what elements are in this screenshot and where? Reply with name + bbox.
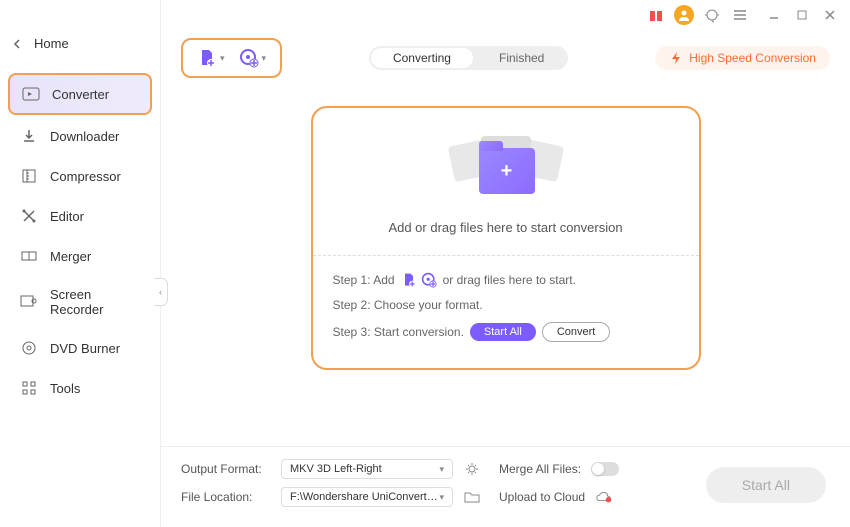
nav-label: Converter xyxy=(52,87,109,102)
sidebar-item-editor[interactable]: Editor xyxy=(8,197,152,235)
close-icon[interactable] xyxy=(820,5,840,25)
dropzone-steps: Step 1: Add or drag files here to start.… xyxy=(313,256,699,368)
cloud-icon[interactable] xyxy=(595,488,613,506)
compressor-icon xyxy=(20,167,38,185)
sidebar-item-tools[interactable]: Tools xyxy=(8,369,152,407)
chevron-down-icon: ▾ xyxy=(220,53,225,64)
nav-label: Tools xyxy=(50,381,80,396)
sidebar-item-dvd-burner[interactable]: DVD Burner xyxy=(8,329,152,367)
avatar-icon[interactable] xyxy=(674,5,694,25)
folder-icon: + xyxy=(479,148,535,194)
chevron-left-icon xyxy=(12,38,22,50)
nav-label: Compressor xyxy=(50,169,121,184)
upload-label: Upload to Cloud xyxy=(499,490,585,504)
chevron-down-icon: ▾ xyxy=(439,492,444,503)
output-format-select[interactable]: MKV 3D Left-Right ▾ xyxy=(281,459,453,479)
add-file-mini-icon xyxy=(401,272,417,288)
output-format-label: Output Format: xyxy=(181,462,271,476)
merge-toggle[interactable] xyxy=(591,462,619,476)
nav-label: DVD Burner xyxy=(50,341,120,356)
menu-icon[interactable] xyxy=(730,5,750,25)
add-buttons-group: ▾ ▾ xyxy=(181,38,282,78)
nav-label: Merger xyxy=(50,249,91,264)
step-3: Step 3: Start conversion. Start All Conv… xyxy=(333,322,679,342)
add-disc-button[interactable]: ▾ xyxy=(239,48,267,68)
folder-graphic: + xyxy=(451,136,561,206)
chevron-down-icon: ▾ xyxy=(262,53,267,64)
step-1: Step 1: Add or drag files here to start. xyxy=(333,272,679,288)
file-location-label: File Location: xyxy=(181,490,271,504)
maximize-icon[interactable] xyxy=(792,5,812,25)
add-file-button[interactable]: ▾ xyxy=(197,48,225,68)
dropzone-top: + Add or drag files here to start conver… xyxy=(313,108,699,256)
tab-converting[interactable]: Converting xyxy=(371,48,473,68)
sidebar-collapse-handle[interactable]: ‹ xyxy=(154,278,168,306)
dropzone-text: Add or drag files here to start conversi… xyxy=(388,220,622,235)
step-2: Step 2: Choose your format. xyxy=(333,298,679,312)
sidebar-item-downloader[interactable]: Downloader xyxy=(8,117,152,155)
file-location-select[interactable]: F:\Wondershare UniConverter 1 ▾ xyxy=(281,487,453,507)
converter-icon xyxy=(22,85,40,103)
convert-pill[interactable]: Convert xyxy=(542,322,611,342)
titlebar xyxy=(161,0,850,30)
support-icon[interactable] xyxy=(702,5,722,25)
home-label: Home xyxy=(34,36,69,51)
nav-label: Downloader xyxy=(50,129,119,144)
nav-label: Screen Recorder xyxy=(50,287,140,317)
hsc-label: High Speed Conversion xyxy=(689,51,816,65)
main-panel: ▾ ▾ Converting Finished High Speed Conve… xyxy=(161,0,850,527)
nav-label: Editor xyxy=(50,209,84,224)
sidebar-item-converter[interactable]: Converter xyxy=(8,73,152,115)
dvd-burner-icon xyxy=(20,339,38,357)
gift-icon[interactable] xyxy=(646,5,666,25)
bolt-icon xyxy=(669,51,683,65)
tab-finished[interactable]: Finished xyxy=(475,46,568,70)
downloader-icon xyxy=(20,127,38,145)
content-area: + Add or drag files here to start conver… xyxy=(161,90,850,446)
merger-icon xyxy=(20,247,38,265)
toolbar: ▾ ▾ Converting Finished High Speed Conve… xyxy=(161,30,850,90)
sidebar-item-compressor[interactable]: Compressor xyxy=(8,157,152,195)
screen-recorder-icon xyxy=(20,293,38,311)
chevron-down-icon: ▾ xyxy=(439,464,444,475)
plus-icon: + xyxy=(501,160,513,183)
tools-icon xyxy=(20,379,38,397)
sidebar: Home Converter Downloader Compressor Edi… xyxy=(0,0,161,527)
merge-label: Merge All Files: xyxy=(499,462,581,476)
high-speed-conversion-button[interactable]: High Speed Conversion xyxy=(655,46,830,70)
minimize-icon[interactable] xyxy=(764,5,784,25)
settings-icon[interactable] xyxy=(463,460,481,478)
folder-open-icon[interactable] xyxy=(463,488,481,506)
home-item[interactable]: Home xyxy=(0,28,160,59)
sidebar-item-merger[interactable]: Merger xyxy=(8,237,152,275)
start-all-button[interactable]: Start All xyxy=(706,467,826,503)
editor-icon xyxy=(20,207,38,225)
sidebar-item-screen-recorder[interactable]: Screen Recorder xyxy=(8,277,152,327)
add-disc-mini-icon xyxy=(421,272,437,288)
tab-group: Converting Finished xyxy=(369,46,568,70)
dropzone[interactable]: + Add or drag files here to start conver… xyxy=(311,106,701,370)
start-all-pill[interactable]: Start All xyxy=(470,323,536,341)
